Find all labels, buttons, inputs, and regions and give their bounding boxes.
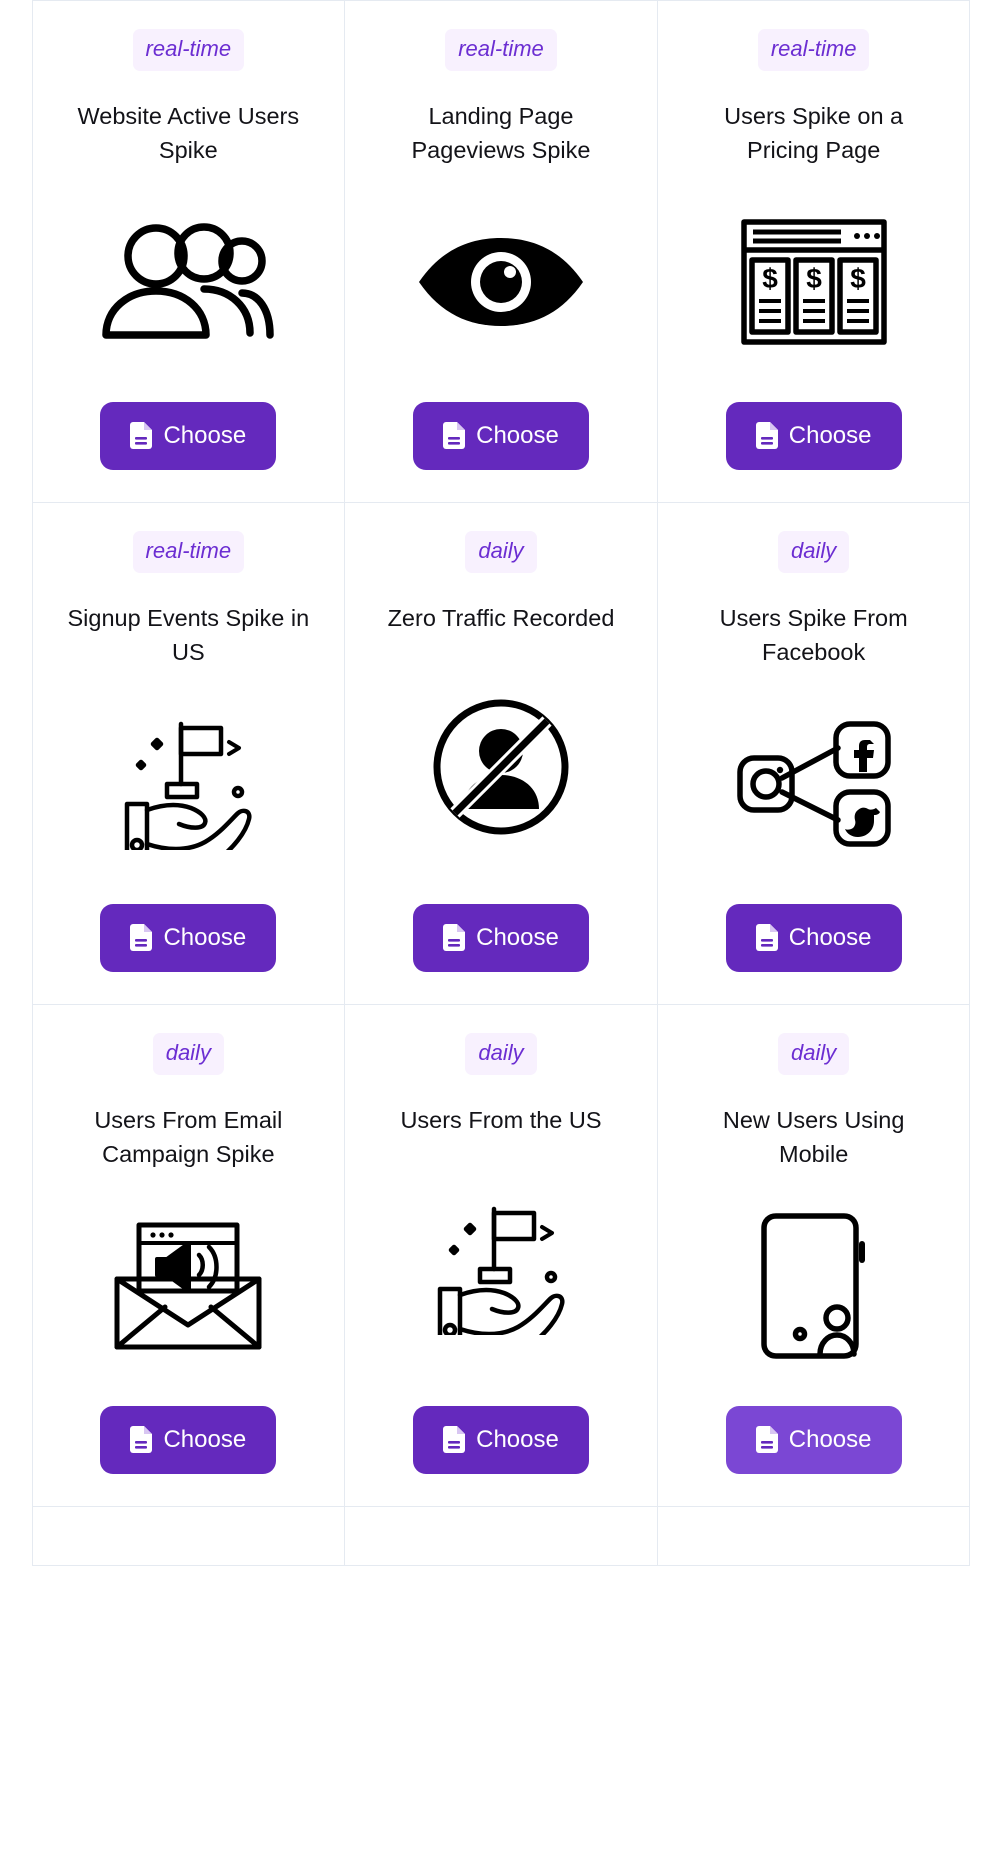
alert-template-card: real-time Landing Page Pageviews Spike Ch…	[344, 0, 658, 503]
mobile-user-icon	[658, 1171, 970, 1406]
choose-button[interactable]: Choose	[100, 1405, 277, 1474]
card-title: Users Spike on a Pricing Page	[724, 102, 904, 163]
choose-button-label: Choose	[788, 923, 872, 951]
alert-template-card: daily Users From the US Choose	[344, 1003, 658, 1507]
alert-template-card-partial	[656, 1505, 971, 1566]
hand-flag-icon	[33, 669, 345, 904]
frequency-badge: real-time	[445, 28, 557, 71]
choose-button[interactable]: Choose	[413, 401, 589, 470]
social-share-icon	[658, 669, 970, 904]
choose-button[interactable]: Choose	[413, 903, 589, 972]
document-icon	[755, 924, 778, 951]
alert-template-card-partial	[31, 1505, 346, 1566]
frequency-badge: daily	[778, 1032, 850, 1075]
alert-template-card: daily New Users Using Mobile Choose	[656, 1003, 971, 1507]
document-icon	[443, 1426, 466, 1453]
alert-template-card: daily Users From Email Campaign Spike Cho…	[31, 1003, 346, 1507]
document-icon	[755, 422, 778, 449]
document-icon	[755, 1426, 778, 1453]
card-title: Users From the US	[400, 1106, 602, 1133]
alert-template-card: real-time Users Spike on a Pricing Page $…	[656, 0, 971, 503]
choose-button-label: Choose	[788, 1425, 872, 1453]
choose-button-label: Choose	[163, 923, 247, 951]
card-title: Users From Email Campaign Spike	[94, 1106, 283, 1167]
hand-flag-icon	[345, 1137, 657, 1406]
document-icon	[130, 422, 153, 449]
svg-text:$: $	[806, 263, 822, 294]
no-user-icon	[345, 635, 657, 904]
alert-template-card: real-time Website Active Users Spike Choo…	[31, 0, 346, 503]
pricing-table-icon: $ $ $	[658, 167, 970, 402]
choose-button-label: Choose	[476, 1425, 559, 1453]
document-icon	[130, 924, 153, 951]
choose-button[interactable]: Choose	[413, 1405, 589, 1474]
frequency-badge: daily	[465, 530, 537, 573]
document-icon	[130, 1426, 153, 1453]
choose-button-label: Choose	[476, 923, 559, 951]
document-icon	[443, 422, 466, 449]
alert-template-card: real-time Signup Events Spike in US Choos…	[31, 501, 346, 1005]
choose-button-label: Choose	[788, 421, 872, 449]
choose-button[interactable]: Choose	[725, 903, 902, 972]
frequency-badge: daily	[152, 1032, 224, 1075]
alert-template-card: daily Users Spike From Facebook Choose	[656, 501, 971, 1005]
choose-button[interactable]: Choose	[100, 401, 277, 470]
choose-button-label: Choose	[163, 421, 247, 449]
frequency-badge: real-time	[757, 28, 870, 71]
card-title: Website Active Users Spike	[77, 102, 300, 163]
document-icon	[443, 924, 466, 951]
choose-button[interactable]: Choose	[725, 401, 902, 470]
people-group-icon	[33, 167, 345, 402]
alert-template-card-partial	[344, 1505, 658, 1566]
card-title: Signup Events Spike in US	[67, 604, 310, 665]
frequency-badge: real-time	[132, 530, 245, 573]
card-title: Landing Page Pageviews Spike	[411, 102, 591, 163]
choose-button[interactable]: Choose	[725, 1405, 902, 1474]
card-title: Users Spike From Facebook	[719, 604, 908, 665]
frequency-badge: daily	[465, 1032, 537, 1075]
card-title: New Users Using Mobile	[722, 1106, 905, 1167]
frequency-badge: daily	[778, 530, 850, 573]
card-title: Zero Traffic Recorded	[387, 604, 615, 631]
eye-icon	[345, 167, 657, 402]
alert-template-grid: real-time Website Active Users Spike Choo…	[0, 0, 1002, 1566]
alert-template-card: daily Zero Traffic Recorded Choose	[344, 501, 658, 1005]
frequency-badge: real-time	[132, 28, 245, 71]
choose-button[interactable]: Choose	[100, 903, 277, 972]
svg-text:$: $	[762, 263, 778, 294]
choose-button-label: Choose	[163, 1425, 247, 1453]
choose-button-label: Choose	[476, 421, 559, 449]
svg-text:$: $	[850, 263, 866, 294]
email-megaphone-icon	[33, 1171, 345, 1406]
